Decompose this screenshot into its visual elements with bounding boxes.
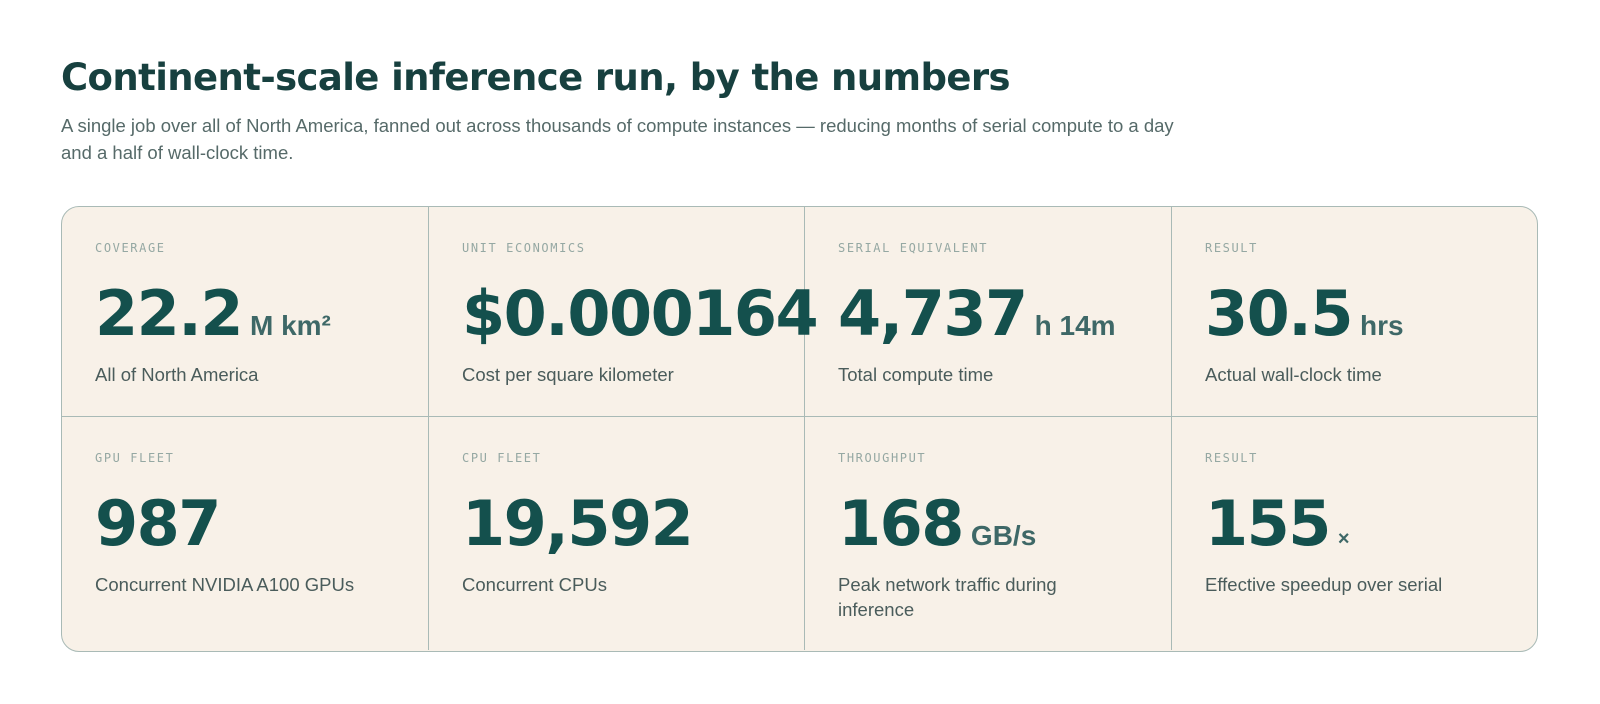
stat-value-row: 19,592 (462, 486, 771, 562)
stat-value-row: 987 (95, 486, 395, 562)
stat-description: Effective speedup over serial (1205, 574, 1443, 595)
stat-label: THROUGHPUT (838, 451, 927, 465)
stat-value-row: $0.000164 (462, 276, 819, 352)
stat-unit: h 14m (1034, 310, 1116, 341)
stat-value: 4,737 (838, 277, 1028, 350)
stat-description: Peak network traffic during inference (838, 574, 1057, 620)
stat-card-serial-equivalent: SERIAL EQUIVALENT 4,737 h 14m Total comp… (805, 207, 1172, 417)
stat-label: COVERAGE (95, 241, 166, 255)
stat-label: RESULT (1205, 241, 1258, 255)
stat-value: $0.000164 (462, 277, 819, 350)
stat-label: RESULT (1205, 451, 1258, 465)
page-title: Continent-scale inference run, by the nu… (61, 56, 1011, 99)
stat-label: CPU FLEET (462, 451, 542, 465)
stat-value: 19,592 (462, 487, 694, 560)
stat-card-unit-economics: UNIT ECONOMICS $0.000164 Cost per square… (429, 207, 819, 417)
stat-unit: × (1337, 528, 1350, 550)
stat-value-row: 168 GB/s (838, 486, 1138, 562)
stat-description: Cost per square kilometer (462, 364, 674, 385)
stats-grid: COVERAGE 22.2 M km² All of North America… (61, 206, 1538, 652)
stat-value: 168 (838, 487, 964, 560)
stat-label: UNIT ECONOMICS (462, 241, 586, 255)
stat-description: Total compute time (838, 364, 994, 385)
stat-label: SERIAL EQUIVALENT (838, 241, 989, 255)
stat-unit: M km² (249, 310, 331, 341)
stat-card-result-speedup: RESULT 155 × Effective speedup over seri… (1172, 417, 1537, 650)
stat-card-throughput: THROUGHPUT 168 GB/s Peak network traffic… (805, 417, 1172, 650)
page-subtitle: A single job over all of North America, … (61, 115, 1174, 163)
stat-description: Concurrent CPUs (462, 574, 607, 595)
stat-value-row: 4,737 h 14m (838, 276, 1138, 352)
stat-card-coverage: COVERAGE 22.2 M km² All of North America (62, 207, 429, 417)
stat-unit: hrs (1359, 310, 1404, 341)
stat-label: GPU FLEET (95, 451, 175, 465)
stat-card-gpu-fleet: GPU FLEET 987 Concurrent NVIDIA A100 GPU… (62, 417, 429, 650)
stat-value-row: 155 × (1205, 486, 1506, 562)
stat-value: 987 (95, 487, 221, 560)
stat-value: 155 (1205, 487, 1331, 560)
stat-card-cpu-fleet: CPU FLEET 19,592 Concurrent CPUs (429, 417, 805, 650)
stat-description: All of North America (95, 364, 259, 385)
stat-unit: GB/s (970, 520, 1037, 551)
stat-description: Concurrent NVIDIA A100 GPUs (95, 574, 355, 595)
stat-description: Actual wall-clock time (1205, 364, 1382, 385)
stat-value: 22.2 (95, 277, 243, 350)
stat-card-result-wall-clock: RESULT 30.5 hrs Actual wall-clock time (1172, 207, 1537, 417)
stat-value: 30.5 (1205, 277, 1353, 350)
stat-value-row: 30.5 hrs (1205, 276, 1506, 352)
stat-value-row: 22.2 M km² (95, 276, 395, 352)
